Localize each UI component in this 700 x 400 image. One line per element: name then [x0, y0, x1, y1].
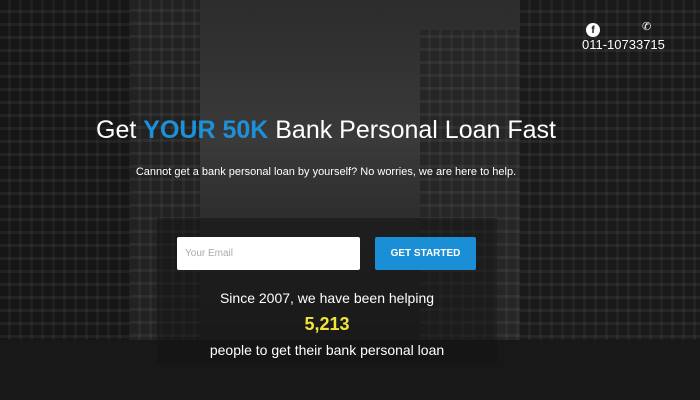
phone-number[interactable]: 011-10733715 — [582, 37, 665, 52]
title-pre: Get — [96, 116, 144, 144]
stats-count: 5,213 — [304, 314, 350, 334]
phone-icon: ✆ — [642, 21, 652, 33]
title-post: Bank Personal Loan Fast — [268, 116, 556, 144]
email-input[interactable] — [177, 237, 360, 270]
get-started-button[interactable]: GET STARTED — [375, 237, 476, 270]
title-highlight: YOUR 50K — [143, 116, 269, 144]
hero-title: Get YOUR 50K Bank Personal Loan Fast — [0, 116, 652, 145]
top-contact: f ✆ 011-10733715 — [578, 20, 688, 60]
signup-panel: GET STARTED Since 2007, we have been hel… — [157, 218, 497, 365]
hero-subtitle: Cannot get a bank personal loan by yours… — [135, 166, 517, 178]
stats-line1: Since 2007, we have been helping — [219, 290, 435, 306]
stats-line2: people to get their bank personal loan — [209, 342, 445, 358]
facebook-icon[interactable]: f — [586, 23, 600, 37]
